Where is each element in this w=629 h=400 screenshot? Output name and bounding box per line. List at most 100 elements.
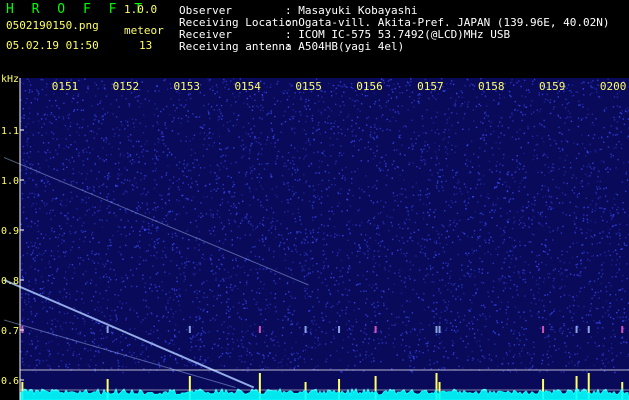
noise-dot xyxy=(349,267,351,269)
noise-dot xyxy=(593,166,596,169)
noise-dot xyxy=(296,150,299,152)
noise-dot xyxy=(165,293,167,296)
noise-dot xyxy=(245,282,248,284)
noise-dot xyxy=(71,156,73,159)
noise-dot xyxy=(403,350,406,352)
noise-dot xyxy=(290,332,293,334)
noise-dot xyxy=(227,271,229,273)
noise-dot xyxy=(555,186,557,188)
noise-dot xyxy=(590,167,593,170)
noise-dot xyxy=(602,231,604,233)
noise-dot xyxy=(117,306,119,308)
noise-dot xyxy=(607,309,609,312)
noise-dot xyxy=(467,252,470,254)
noise-dot xyxy=(258,353,260,355)
noise-dot xyxy=(249,150,251,152)
noise-dot xyxy=(569,305,571,307)
noise-dot xyxy=(569,311,572,313)
noise-dot xyxy=(26,78,29,80)
noise-dot xyxy=(275,354,277,357)
noise-dot xyxy=(97,87,99,90)
noise-dot xyxy=(246,217,248,220)
noise-dot xyxy=(433,281,435,283)
noise-dot xyxy=(142,278,144,280)
noise-dot xyxy=(598,186,600,188)
noise-dot xyxy=(235,257,237,260)
noise-dot xyxy=(262,240,264,243)
noise-dot xyxy=(479,345,481,347)
noise-dot xyxy=(489,211,491,213)
noise-dot xyxy=(528,218,530,220)
noise-dot xyxy=(608,282,610,284)
noise-dot xyxy=(456,223,458,225)
noise-dot xyxy=(93,119,95,121)
noise-dot xyxy=(339,359,341,361)
noise-dot xyxy=(346,306,348,309)
noise-dot xyxy=(55,197,57,200)
noise-dot xyxy=(60,360,63,362)
noise-dot xyxy=(357,283,359,285)
noise-dot xyxy=(550,170,552,172)
noise-dot xyxy=(49,151,51,153)
noise-dot xyxy=(125,302,127,304)
noise-dot xyxy=(324,109,326,111)
noise-dot xyxy=(414,351,417,354)
noise-dot xyxy=(472,357,474,359)
noise-dot xyxy=(597,327,599,329)
noise-dot xyxy=(188,239,190,241)
noise-dot xyxy=(503,153,505,156)
noise-dot xyxy=(436,346,438,348)
noise-dot xyxy=(92,185,94,188)
noise-dot xyxy=(223,269,226,271)
noise-dot xyxy=(388,94,390,96)
noise-dot xyxy=(193,134,196,136)
noise-dot xyxy=(263,357,265,359)
noise-dot xyxy=(515,257,517,259)
noise-dot xyxy=(541,211,543,213)
noise-dot xyxy=(480,333,483,336)
noise-dot xyxy=(606,136,609,138)
noise-dot xyxy=(120,335,122,338)
noise-dot xyxy=(274,359,276,362)
noise-dot xyxy=(398,316,400,318)
noise-dot xyxy=(305,121,307,123)
noise-dot xyxy=(388,229,390,232)
noise-dot xyxy=(233,195,235,198)
noise-dot xyxy=(346,254,348,256)
noise-dot xyxy=(571,327,573,329)
noise-dot xyxy=(450,83,452,85)
noise-dot xyxy=(504,197,506,199)
noise-dot xyxy=(549,99,552,101)
noise-dot xyxy=(341,275,343,277)
noise-dot xyxy=(362,331,365,334)
noise-dot xyxy=(340,128,342,131)
noise-dot xyxy=(552,328,554,331)
noise-dot xyxy=(593,134,596,136)
noise-dot xyxy=(24,218,27,220)
noise-dot xyxy=(91,231,94,234)
noise-dot xyxy=(183,163,185,165)
noise-dot xyxy=(130,134,132,136)
noise-dot xyxy=(179,309,181,312)
noise-dot xyxy=(165,105,168,108)
noise-dot xyxy=(243,102,245,104)
noise-dot xyxy=(490,133,492,135)
noise-dot xyxy=(347,271,349,273)
noise-dot xyxy=(247,274,249,277)
noise-dot xyxy=(292,261,294,264)
noise-dot xyxy=(461,96,463,99)
noise-dot xyxy=(209,257,211,259)
noise-dot xyxy=(31,192,33,194)
noise-dot xyxy=(558,202,561,204)
noise-dot xyxy=(583,214,585,216)
noise-dot xyxy=(438,145,441,147)
noise-dot xyxy=(377,338,379,340)
noise-dot xyxy=(47,180,49,183)
noise-dot xyxy=(448,129,450,131)
noise-dot xyxy=(23,117,25,119)
noise-dot xyxy=(65,296,67,298)
noise-dot xyxy=(48,341,50,344)
noise-dot xyxy=(393,149,396,151)
noise-dot xyxy=(295,341,297,343)
noise-dot xyxy=(136,96,138,98)
